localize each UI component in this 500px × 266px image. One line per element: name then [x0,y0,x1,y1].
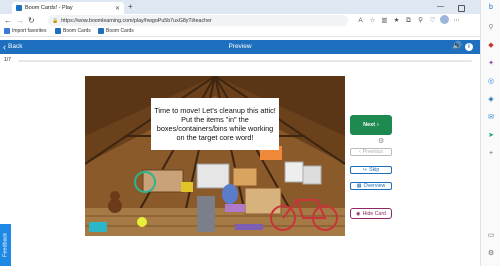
sidebar-layout-icon[interactable]: ▭ [487,232,495,240]
extensions-icon[interactable]: ⚲ [416,15,425,24]
minimize-button[interactable]: — [437,2,444,12]
app-header: ‹ Back Preview 🔊 i [0,40,480,54]
progress-label: 1/7 [4,57,11,63]
skip-icon: ↪ [362,167,368,173]
games-icon[interactable]: ◎ [487,78,495,86]
browser-title-bar: Boom Cards! - Play ✕ + — ✕ [0,0,500,14]
loading-gear-icon: ⚙ [378,138,385,145]
new-tab-button[interactable]: + [128,2,133,12]
bookmark-boom-cards-1[interactable]: Boom Cards [55,28,91,34]
next-label: Next [363,122,376,128]
previous-label: Previous [362,149,383,155]
info-icon[interactable]: i [465,43,473,51]
overview-button[interactable]: ▦ Overview [350,182,392,190]
maximize-button[interactable] [455,2,467,14]
url-text: https://wow.boomlearning.com/play/hwgoPu… [61,17,212,24]
add-icon[interactable]: + [487,150,495,158]
card-caption: Time to move! Let's cleanup this attic! … [151,98,279,150]
favorite-star-icon[interactable]: ☆ [368,15,377,24]
bookmark-label: Boom Cards [63,28,91,34]
office-icon[interactable]: ◈ [487,96,495,104]
address-bar-row: ← → ↻ 🔒 https://wow.boomlearning.com/pla… [0,14,480,27]
chevron-left-icon: ‹ [3,42,6,52]
import-icon [4,28,10,34]
overview-label: Overview [363,183,386,189]
lock-icon: 🔒 [52,17,59,24]
boom-icon [55,28,61,34]
forward-arrow-icon[interactable]: → [16,14,24,27]
progress-bar [18,60,472,62]
profile-avatar[interactable] [440,15,449,24]
back-arrow-icon[interactable]: ← [4,14,12,27]
skip-label: Skip [369,167,380,173]
browser-tab[interactable]: Boom Cards! - Play ✕ [12,2,124,14]
skip-button[interactable]: ↪ Skip [350,166,392,174]
speaker-icon[interactable]: 🔊 [452,42,462,50]
progress-row: 1/7 [0,56,480,66]
hide-card-button[interactable]: ◉ Hide Card [350,208,392,219]
bookmark-label: Import favorites [12,28,47,34]
bookmarks-bar: Import favorites Boom Cards Boom Cards [0,27,480,37]
bookmark-boom-cards-2[interactable]: Boom Cards [98,28,134,34]
bookmark-label: Boom Cards [106,28,134,34]
previous-button[interactable]: ‹ Previous [350,148,392,156]
boom-favicon-icon [16,5,22,11]
split-screen-icon[interactable]: ▥ [380,15,389,24]
hide-card-label: Hide Card [362,210,386,217]
back-label: Back [8,43,23,50]
drop-icon[interactable]: ➤ [487,132,495,140]
boom-icon [98,28,104,34]
more-menu-icon[interactable]: ⋯ [452,15,461,24]
chevron-left-icon: ‹ [359,149,361,155]
tools-icon[interactable]: ✦ [487,60,495,68]
tab-title: Boom Cards! - Play [25,5,73,11]
collections-icon[interactable]: ⧉ [404,15,413,24]
refresh-icon[interactable]: ↻ [28,14,35,27]
browser-sidebar: b ⚲ ◆ ✦ ◎ ◈ ✉ ➤ + ▭ ⚙ [480,0,500,266]
search-icon[interactable]: ⚲ [487,24,495,32]
outlook-icon[interactable]: ✉ [487,114,495,122]
back-button[interactable]: ‹ Back [3,40,22,54]
bookmark-import-favorites[interactable]: Import favorites [4,28,46,34]
read-aloud-icon[interactable]: A [356,15,365,24]
next-button[interactable]: Next › [350,115,392,135]
maximize-icon [458,5,465,12]
shopping-icon[interactable]: ◆ [487,42,495,50]
browser-essentials-icon[interactable]: ♡ [428,15,437,24]
chevron-right-icon: › [377,122,379,128]
favorites-icon[interactable]: ★ [392,15,401,24]
tab-close-icon[interactable]: ✕ [115,5,120,12]
overview-icon: ▦ [356,183,362,189]
card-canvas: Time to move! Let's cleanup this attic! … [85,76,345,236]
url-field[interactable]: 🔒 https://wow.boomlearning.com/play/hwgo… [48,15,348,26]
page-title: Preview [228,43,252,50]
feedback-tab[interactable]: Feedback [0,224,11,266]
eye-icon: ◉ [356,210,361,217]
settings-gear-icon[interactable]: ⚙ [487,250,495,258]
bing-icon[interactable]: b [487,4,495,12]
